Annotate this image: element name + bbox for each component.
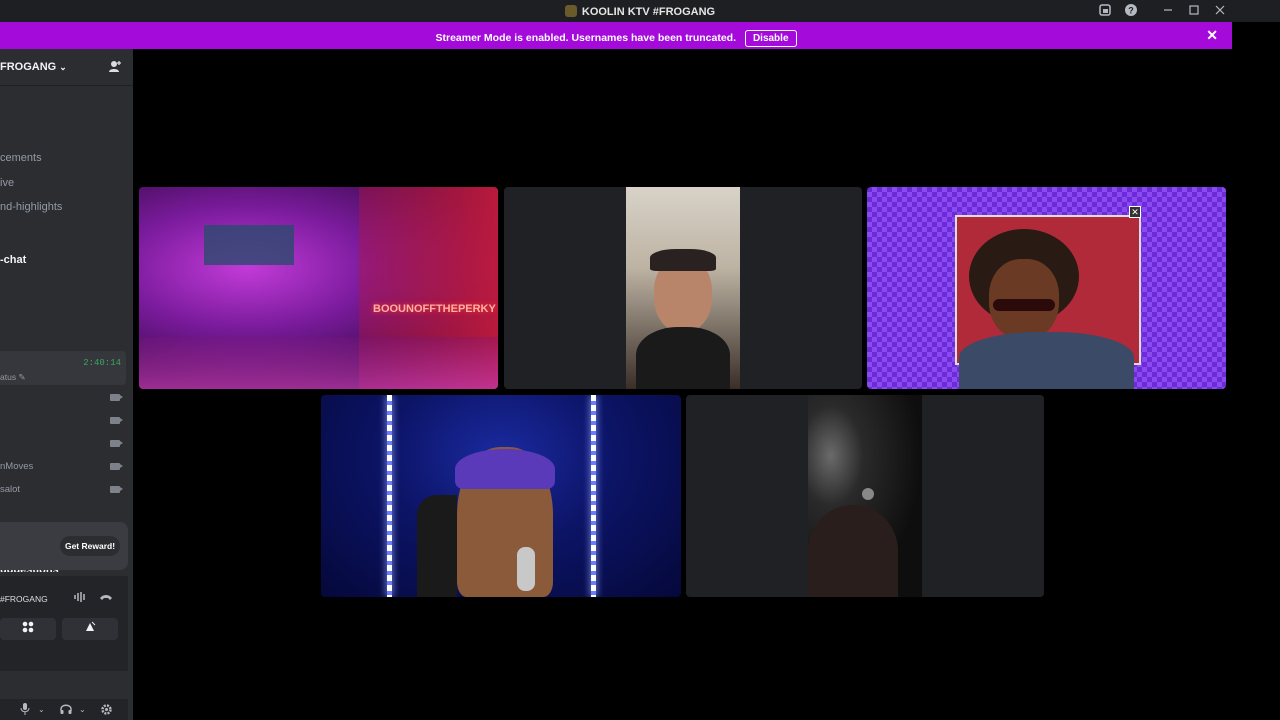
voice-channel-active[interactable]: 2:40:14 atus ✎: [0, 351, 126, 385]
channel-chat[interactable]: -chat: [0, 254, 26, 266]
svg-text:?: ?: [1128, 6, 1134, 16]
close-window-icon[interactable]: [1212, 3, 1228, 19]
video-chair: [417, 495, 457, 597]
video-sunglasses: [993, 299, 1055, 311]
pencil-icon: ✎: [18, 372, 26, 382]
banner-message-wrap: Streamer Mode is enabled. Usernames have…: [0, 30, 1232, 47]
camera-icon: [110, 486, 123, 493]
microphone-icon[interactable]: [20, 703, 30, 718]
video-tile-1[interactable]: BOOUNOFFTHEPERKY: [139, 187, 498, 389]
voice-timer: 2:40:14: [83, 358, 121, 368]
disconnect-icon[interactable]: [99, 590, 113, 607]
noise-suppression-icon[interactable]: [73, 590, 87, 607]
led-strip-left: [387, 395, 392, 597]
chevron-down-icon[interactable]: ⌄: [79, 705, 86, 714]
banner-close-icon[interactable]: ✕: [1206, 27, 1218, 44]
video-shirt: [959, 332, 1134, 389]
video-shirt: [636, 327, 730, 389]
activities-icon: [22, 621, 34, 633]
help-icon[interactable]: ?: [1123, 3, 1139, 19]
video-hair: [650, 249, 716, 271]
channel-announcements[interactable]: cements: [0, 152, 42, 164]
video-tile-2[interactable]: [504, 187, 862, 389]
video-monitor: [204, 225, 294, 265]
channel-live[interactable]: ive: [0, 177, 14, 189]
maximize-icon[interactable]: [1186, 3, 1202, 19]
voice-channel-name: #FROGANG: [0, 594, 48, 604]
video-tile-5[interactable]: [686, 395, 1044, 597]
server-icon: [564, 5, 577, 17]
headphones-icon[interactable]: [60, 703, 72, 718]
soundboard-button[interactable]: [62, 618, 118, 640]
voice-status: atus ✎: [0, 372, 26, 382]
title-bar: KOOLIN KTV #FROGANG ?: [0, 0, 1280, 22]
window-title-wrap: KOOLIN KTV #FROGANG: [0, 5, 1280, 18]
camera-icon: [110, 417, 123, 424]
overlay-close-icon: ✕: [1129, 206, 1141, 218]
camera-icon: [110, 440, 123, 447]
reward-card: Get Reward!: [0, 522, 128, 570]
window-title: KOOLIN KTV #FROGANG: [581, 6, 716, 18]
video-feed: [626, 187, 740, 389]
neon-sign: BOOUNOFFTHEPERKY: [373, 303, 496, 315]
soundboard-icon: [86, 621, 96, 631]
chevron-down-icon[interactable]: ⌄: [38, 705, 45, 714]
get-reward-button[interactable]: Get Reward!: [60, 536, 120, 556]
camera-icon: [110, 394, 123, 401]
video-desk: [139, 337, 498, 389]
add-member-icon[interactable]: [108, 59, 124, 75]
streamer-mode-banner: Streamer Mode is enabled. Usernames have…: [0, 22, 1232, 49]
video-tile-3[interactable]: ✕: [867, 187, 1226, 389]
video-tile-4[interactable]: [321, 395, 681, 597]
video-feed: [808, 395, 922, 597]
video-light: [862, 488, 874, 500]
activities-button[interactable]: [0, 618, 56, 640]
banner-message: Streamer Mode is enabled. Usernames have…: [435, 32, 737, 44]
video-microphone: [517, 547, 535, 591]
led-strip-right: [591, 395, 596, 597]
minimize-icon[interactable]: [1160, 3, 1176, 19]
server-name: FROGANG: [0, 61, 57, 73]
voice-connection-panel: #FROGANG: [0, 576, 128, 671]
disable-button[interactable]: Disable: [744, 30, 797, 47]
video-shadow: [808, 505, 898, 597]
settings-gear-icon[interactable]: [100, 703, 113, 719]
chevron-down-icon: ⌄: [59, 62, 67, 72]
server-header[interactable]: FROGANG ⌄: [0, 61, 67, 73]
channel-highlights[interactable]: nd-highlights: [0, 201, 62, 213]
header-divider: [0, 85, 133, 86]
user-controls: ⌄ ⌄: [0, 699, 128, 720]
voice-member[interactable]: salot: [0, 484, 20, 495]
video-cap: [455, 449, 555, 489]
inbox-icon[interactable]: [1097, 3, 1113, 19]
voice-member[interactable]: nMoves: [0, 461, 33, 472]
camera-icon: [110, 463, 123, 470]
